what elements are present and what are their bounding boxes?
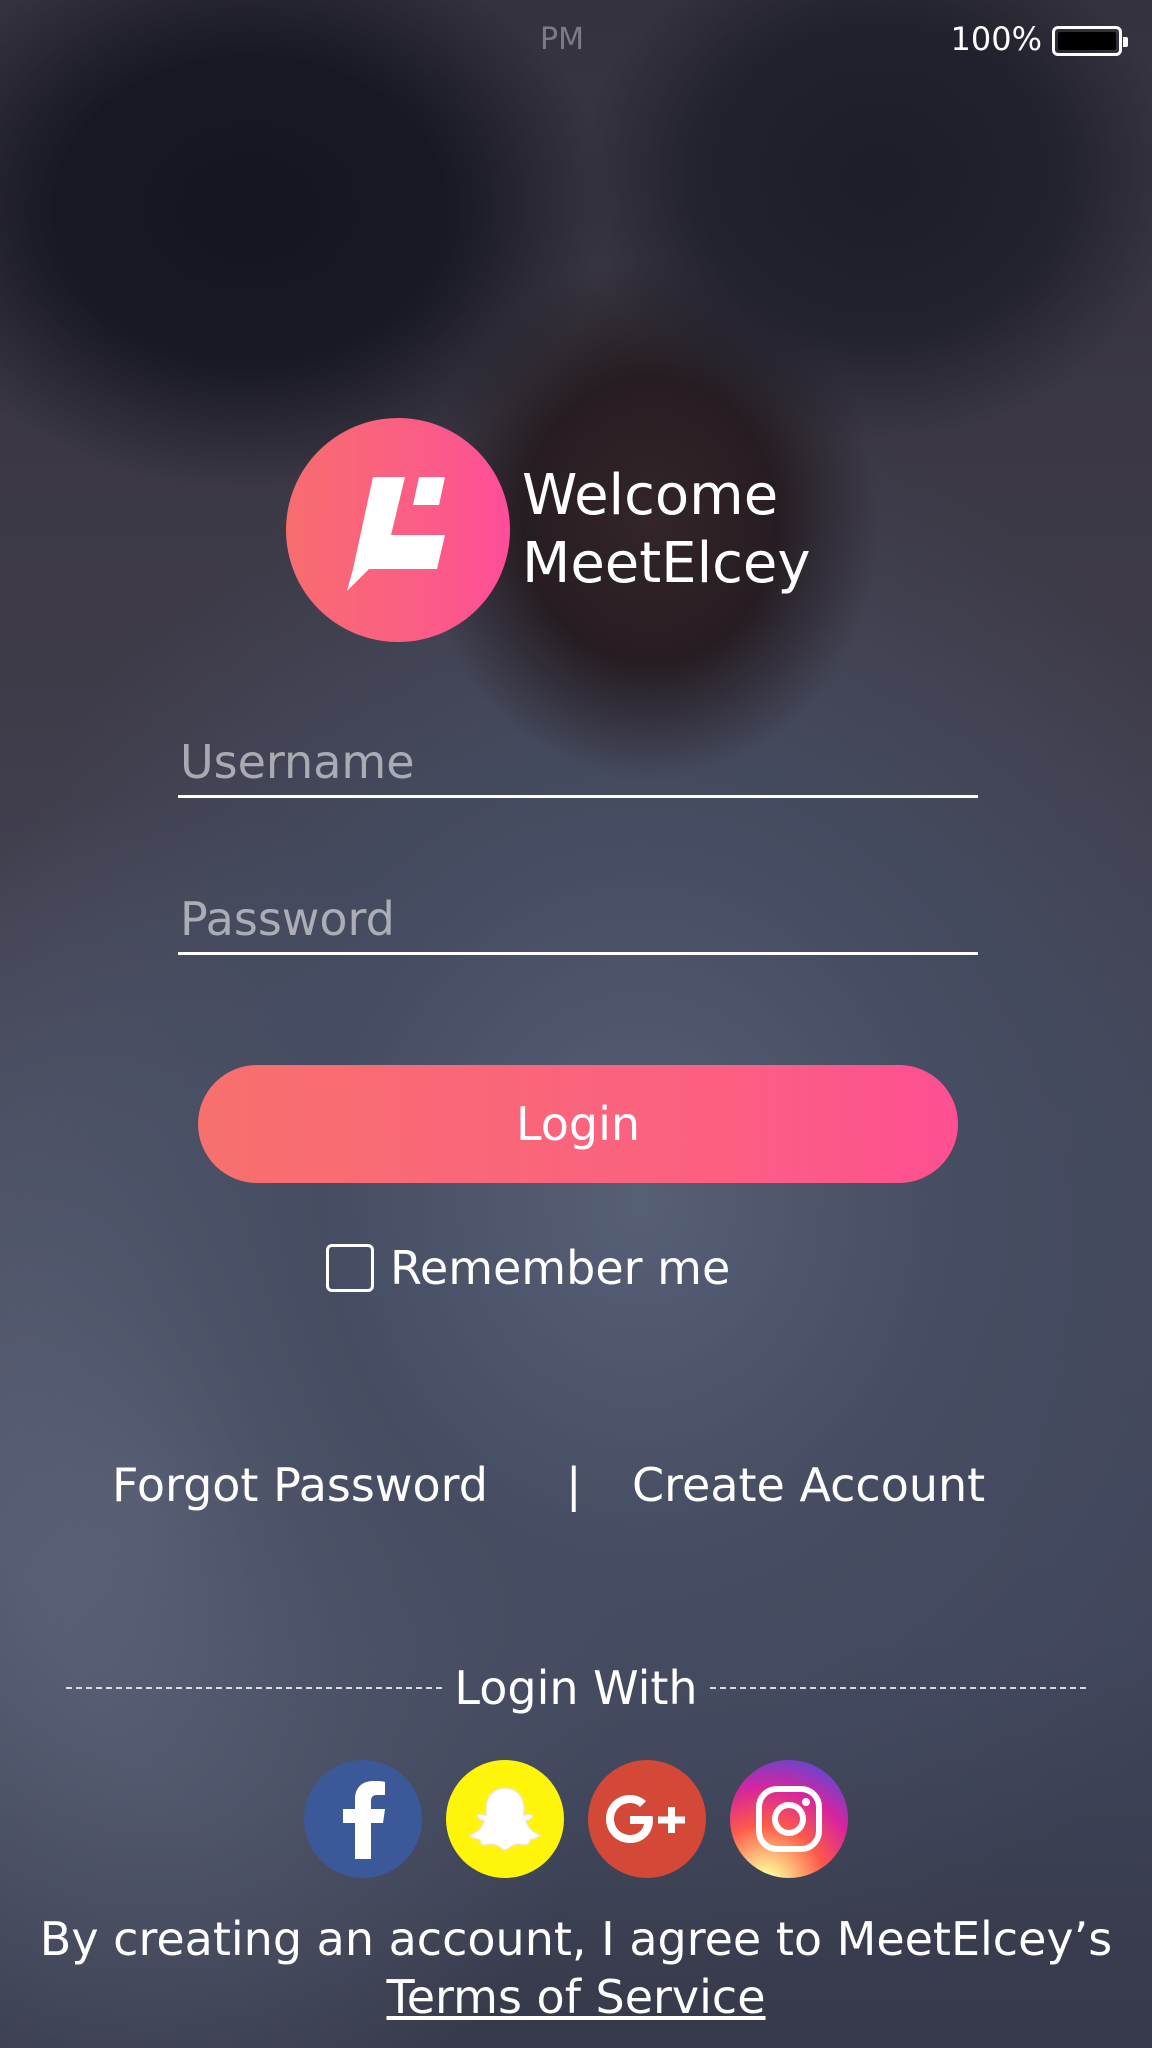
facebook-login-button[interactable] (304, 1760, 422, 1878)
snapchat-icon (469, 1787, 541, 1851)
remember-me-label[interactable]: Remember me (390, 1241, 730, 1295)
username-field-container (178, 728, 978, 798)
account-links: Forgot Password | Create Account (0, 1458, 1152, 1518)
battery-percent: 100% (950, 20, 1042, 58)
login-with-divider: Login With (66, 1658, 1087, 1718)
snapchat-login-button[interactable] (446, 1760, 564, 1878)
brand-header: Welcome MeetElcey (286, 418, 811, 642)
facebook-icon (343, 1781, 385, 1859)
links-separator: | (566, 1458, 582, 1512)
welcome-line-2: MeetElcey (522, 531, 811, 596)
battery-icon (1052, 26, 1128, 56)
status-time: PM (540, 22, 584, 57)
social-login-row (304, 1760, 848, 1878)
welcome-title: Welcome MeetElcey (522, 462, 811, 598)
welcome-line-1: Welcome (522, 463, 779, 528)
remember-me[interactable]: Remember me (326, 1240, 730, 1296)
google-plus-login-button[interactable] (588, 1760, 706, 1878)
background-overlay (0, 0, 1152, 2048)
username-input[interactable] (178, 728, 978, 795)
divider-line-right (709, 1687, 1087, 1689)
login-button[interactable]: Login (198, 1065, 958, 1183)
instagram-login-button[interactable] (730, 1760, 848, 1878)
meetelcey-logo-icon (286, 418, 510, 642)
remember-me-checkbox[interactable] (326, 1244, 374, 1292)
forgot-password-link[interactable]: Forgot Password (112, 1458, 488, 1512)
status-bar: PM 100% (0, 0, 1152, 80)
login-with-label: Login With (454, 1661, 698, 1715)
create-account-link[interactable]: Create Account (632, 1458, 985, 1512)
password-field-container (178, 885, 978, 955)
instagram-icon (756, 1786, 822, 1852)
divider-line-left (66, 1687, 443, 1689)
terms-agreement-text: By creating an account, I agree to MeetE… (39, 1912, 1113, 1966)
password-input[interactable] (178, 885, 978, 952)
terms-of-service-link[interactable]: Terms of Service (386, 1970, 765, 2024)
terms-footer: By creating an account, I agree to MeetE… (0, 1910, 1152, 2026)
google-plus-icon (606, 1795, 685, 1843)
